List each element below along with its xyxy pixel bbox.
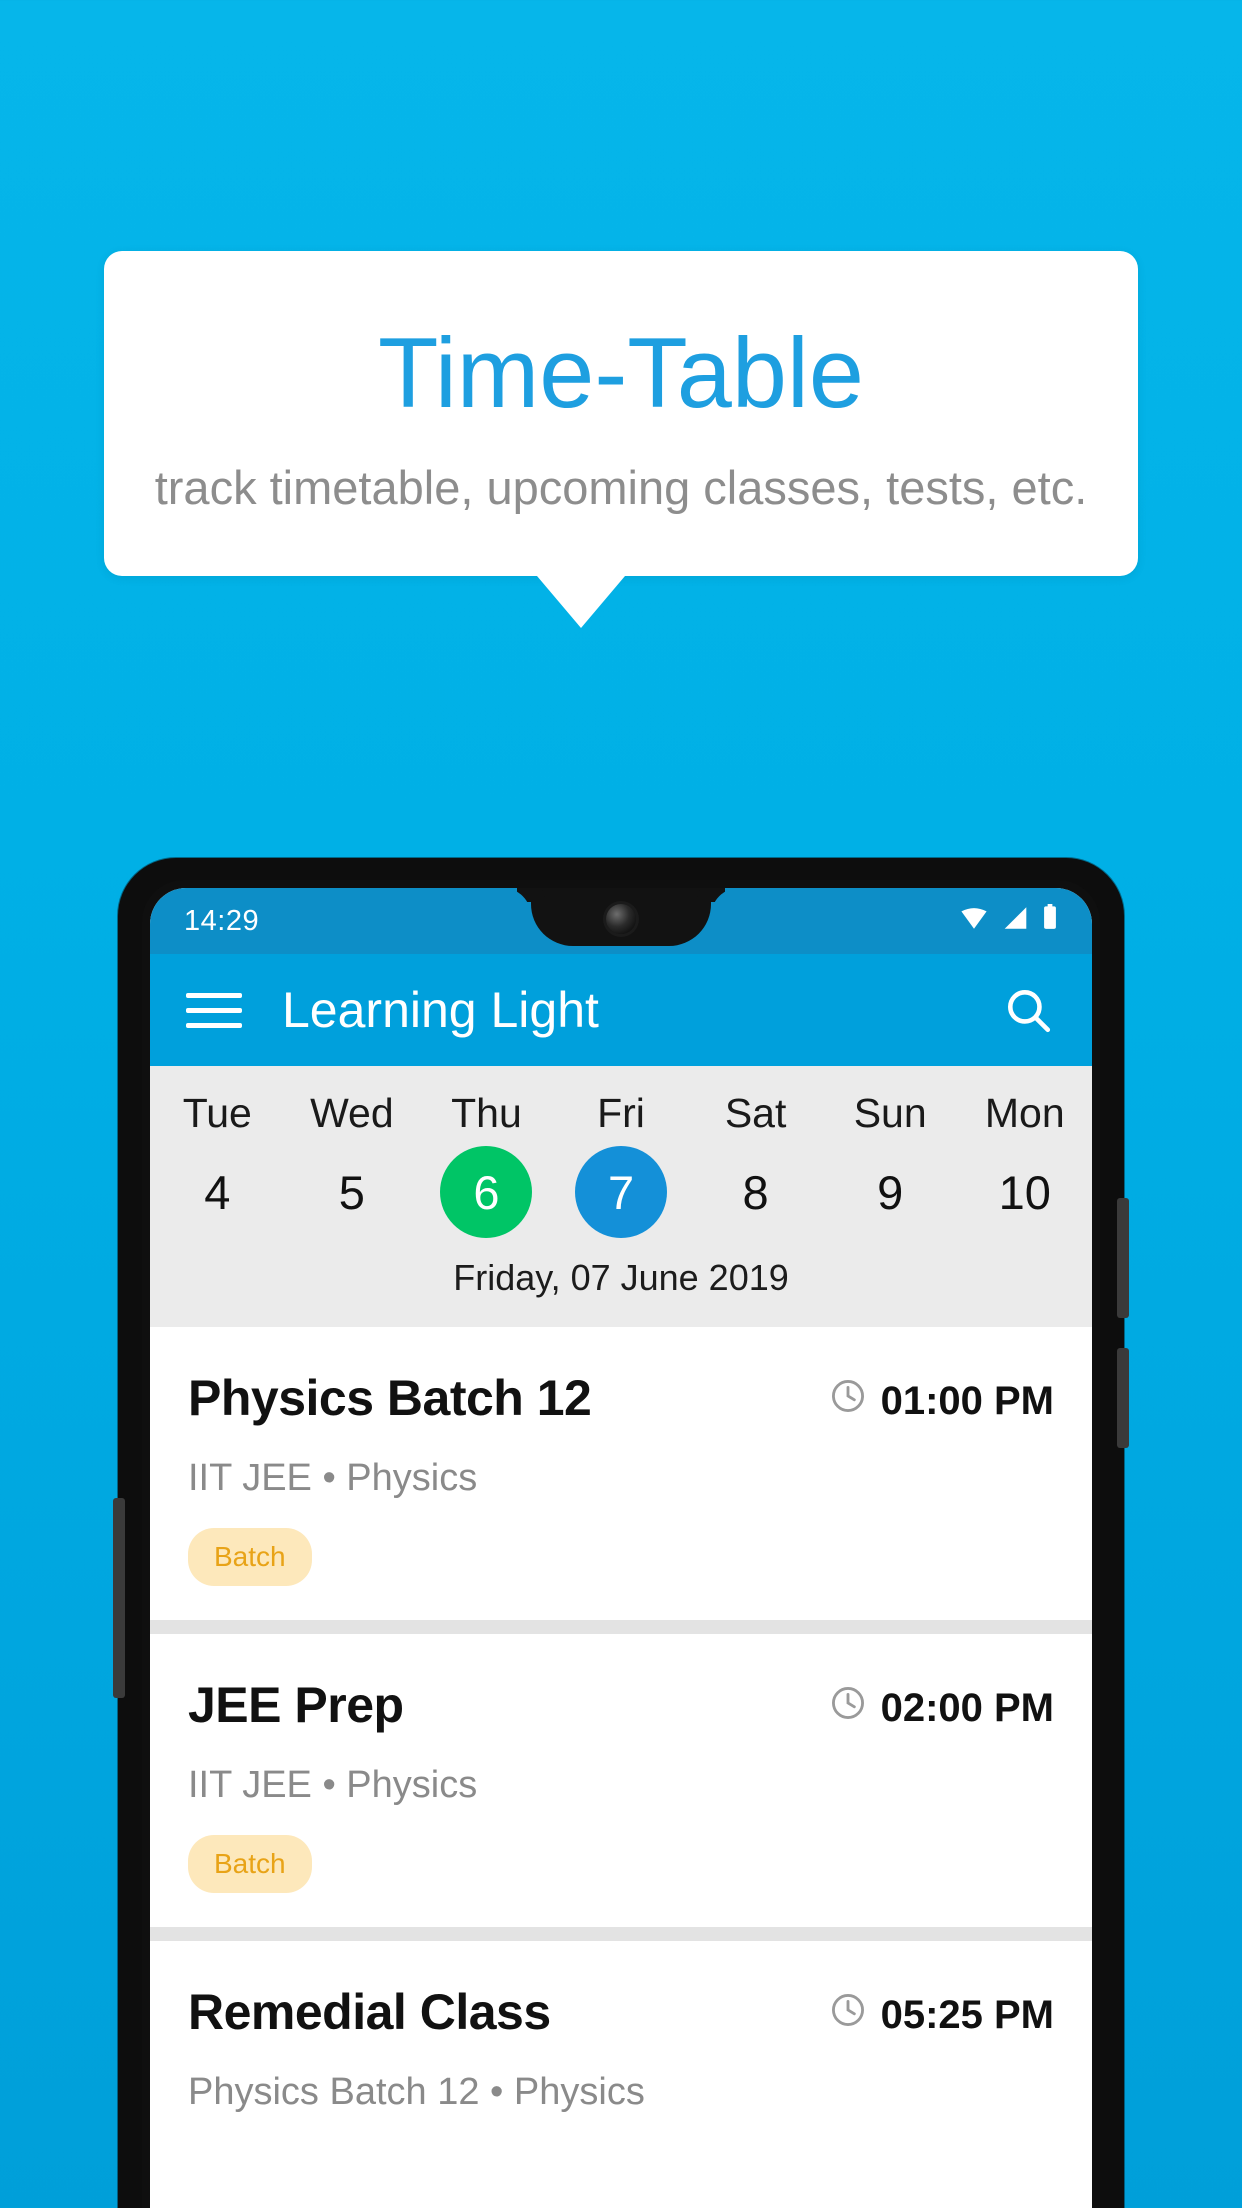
date-numbers-row: 4 5 6 7 8 9 10 bbox=[150, 1143, 1092, 1241]
weekday-label: Wed bbox=[310, 1090, 394, 1136]
date-cell-5[interactable]: 5 bbox=[285, 1143, 420, 1241]
date-number: 8 bbox=[742, 1165, 769, 1219]
signal-icon bbox=[1002, 905, 1029, 938]
class-subtitle: IIT JEE • Physics bbox=[188, 1764, 478, 1806]
battery-icon bbox=[1042, 904, 1058, 938]
class-title: Physics Batch 12 bbox=[188, 1370, 592, 1426]
class-time: 05:25 PM bbox=[829, 1983, 1054, 2039]
power-button[interactable] bbox=[1117, 1198, 1129, 1318]
promo-bubble-tail bbox=[537, 575, 625, 628]
promo-title: Time-Table bbox=[378, 317, 864, 428]
status-badge: Batch bbox=[188, 1528, 312, 1586]
wifi-icon bbox=[959, 905, 989, 938]
class-title: JEE Prep bbox=[188, 1677, 404, 1733]
date-cell-10[interactable]: 10 bbox=[957, 1143, 1092, 1241]
date-cell-7-selected[interactable]: 7 bbox=[554, 1143, 689, 1241]
phone-bezel: 14:29 Learning Light Tue Wed Thu Fri Sat… bbox=[142, 880, 1100, 2208]
class-time-text: 05:25 PM bbox=[880, 1992, 1054, 2037]
promo-card: Time-Table track timetable, upcoming cla… bbox=[104, 251, 1138, 576]
weekday-label: Fri bbox=[597, 1090, 645, 1136]
date-number: 6 bbox=[440, 1146, 533, 1238]
front-camera-icon bbox=[606, 904, 636, 934]
status-clock: 14:29 bbox=[184, 904, 260, 937]
selected-full-date: Friday, 07 June 2019 bbox=[453, 1257, 789, 1298]
card-header: Remedial Class 05:25 PM bbox=[188, 1983, 1054, 2041]
date-number: 7 bbox=[575, 1146, 668, 1238]
card-header: Physics Batch 12 01:00 PM bbox=[188, 1369, 1054, 1427]
class-card[interactable]: Physics Batch 12 01:00 PM IIT JEE • Phys… bbox=[150, 1327, 1092, 1620]
class-time-text: 02:00 PM bbox=[880, 1685, 1054, 1730]
date-cell-6-today[interactable]: 6 bbox=[419, 1143, 554, 1241]
status-bar: 14:29 bbox=[150, 888, 1092, 954]
date-cell-8[interactable]: 8 bbox=[688, 1143, 823, 1241]
card-header: JEE Prep 02:00 PM bbox=[188, 1676, 1054, 1734]
class-subtitle: IIT JEE • Physics bbox=[188, 1457, 478, 1499]
hamburger-menu-icon[interactable] bbox=[186, 992, 242, 1028]
class-time: 02:00 PM bbox=[829, 1676, 1054, 1732]
weekday-label: Thu bbox=[451, 1090, 522, 1136]
class-subtitle: Physics Batch 12 • Physics bbox=[188, 2071, 645, 2113]
weekday-label: Mon bbox=[984, 1090, 1065, 1136]
status-icons bbox=[959, 904, 1058, 938]
status-badge: Batch bbox=[188, 1835, 312, 1893]
search-icon[interactable] bbox=[1000, 982, 1056, 1038]
app-bar: Learning Light bbox=[150, 954, 1092, 1066]
clock-icon bbox=[829, 1684, 867, 1732]
promo-banner: Time-Table track timetable, upcoming cla… bbox=[104, 251, 1138, 628]
left-side-button[interactable] bbox=[113, 1498, 125, 1698]
camera-notch bbox=[531, 888, 711, 946]
date-cell-9[interactable]: 9 bbox=[823, 1143, 958, 1241]
weekday-label: Tue bbox=[182, 1090, 252, 1136]
promo-subtitle: track timetable, upcoming classes, tests… bbox=[154, 461, 1088, 514]
class-title: Remedial Class bbox=[188, 1984, 551, 2040]
class-time: 01:00 PM bbox=[829, 1369, 1054, 1425]
weekday-label: Sun bbox=[853, 1090, 927, 1136]
volume-button[interactable] bbox=[1117, 1348, 1129, 1448]
phone-mockup: 14:29 Learning Light Tue Wed Thu Fri Sat… bbox=[113, 858, 1129, 2208]
clock-icon bbox=[829, 1991, 867, 2039]
date-selector-strip: Tue Wed Thu Fri Sat Sun Mon 4 5 6 7 8 9 … bbox=[150, 1066, 1092, 1327]
date-number: 5 bbox=[338, 1165, 365, 1219]
date-number: 4 bbox=[204, 1165, 231, 1219]
clock-icon bbox=[829, 1377, 867, 1425]
class-list: Physics Batch 12 01:00 PM IIT JEE • Phys… bbox=[150, 1327, 1092, 2148]
app-title: Learning Light bbox=[282, 982, 599, 1038]
weekday-label: Sat bbox=[724, 1090, 787, 1136]
class-card[interactable]: Remedial Class 05:25 PM Physics Batch 12… bbox=[150, 1941, 1092, 2148]
weekday-labels-row: Tue Wed Thu Fri Sat Sun Mon bbox=[150, 1076, 1092, 1143]
date-number: 9 bbox=[877, 1165, 904, 1219]
phone-screen: 14:29 Learning Light Tue Wed Thu Fri Sat… bbox=[150, 888, 1092, 2208]
date-cell-4[interactable]: 4 bbox=[150, 1143, 285, 1241]
class-card[interactable]: JEE Prep 02:00 PM IIT JEE • Physics Batc… bbox=[150, 1634, 1092, 1927]
date-number: 10 bbox=[998, 1165, 1051, 1219]
class-time-text: 01:00 PM bbox=[880, 1378, 1054, 1423]
